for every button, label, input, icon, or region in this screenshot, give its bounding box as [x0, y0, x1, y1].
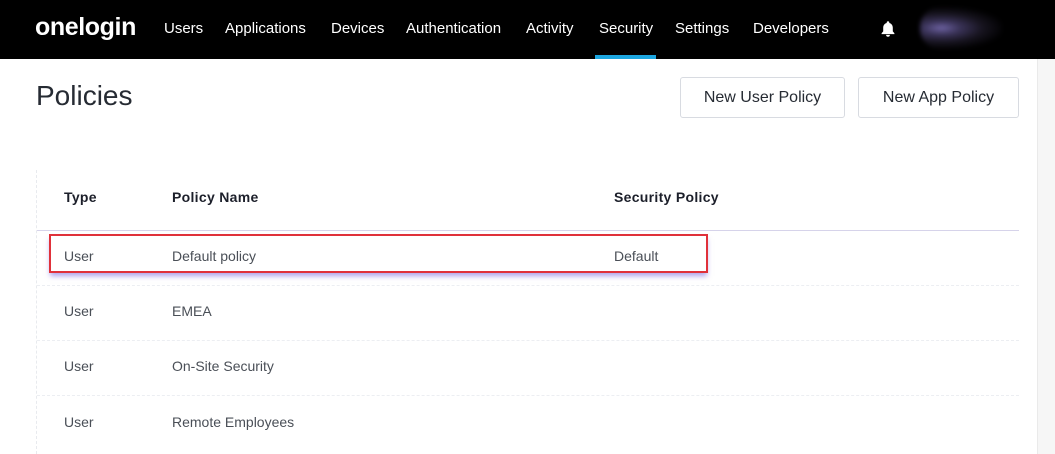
top-nav: onelogin Users Applications Devices Auth…	[0, 0, 1055, 59]
new-user-policy-button[interactable]: New User Policy	[680, 77, 845, 118]
column-header-security-policy[interactable]: Security Policy	[614, 189, 719, 205]
page-title: Policies	[36, 80, 133, 111]
nav-item-activity[interactable]: Activity	[526, 0, 574, 59]
nav-item-authentication[interactable]: Authentication	[406, 0, 501, 59]
cell-security-policy: Default	[614, 248, 659, 264]
nav-item-settings[interactable]: Settings	[675, 0, 729, 59]
onelogin-logo[interactable]: onelogin	[35, 13, 136, 42]
table-row[interactable]: User Default policy Default	[37, 230, 1019, 285]
nav-item-applications[interactable]: Applications	[225, 0, 306, 59]
cell-policy-name: Remote Employees	[172, 414, 295, 430]
cell-policy-name: Default policy	[172, 248, 257, 264]
cell-type: User	[64, 414, 94, 430]
bell-icon[interactable]	[878, 19, 898, 39]
nav-item-security[interactable]: Security	[594, 0, 657, 59]
cell-type: User	[64, 248, 94, 264]
cell-policy-name: EMEA	[172, 303, 212, 319]
cell-type: User	[64, 358, 94, 374]
cell-policy-name: On-Site Security	[172, 358, 274, 374]
table-row[interactable]: User Remote Employees	[37, 396, 1019, 451]
nav-item-devices[interactable]: Devices	[331, 0, 384, 59]
cell-type: User	[64, 303, 94, 319]
user-avatar[interactable]	[920, 7, 1002, 49]
table-row[interactable]: User On-Site Security	[37, 340, 1019, 395]
column-header-type[interactable]: Type	[64, 189, 97, 205]
nav-item-developers[interactable]: Developers	[753, 0, 829, 59]
scrollbar-gutter[interactable]	[1037, 59, 1055, 454]
new-app-policy-button[interactable]: New App Policy	[858, 77, 1019, 118]
column-header-policy-name[interactable]: Policy Name	[172, 189, 259, 205]
nav-item-users[interactable]: Users	[164, 0, 203, 59]
table-row[interactable]: User EMEA	[37, 285, 1019, 340]
